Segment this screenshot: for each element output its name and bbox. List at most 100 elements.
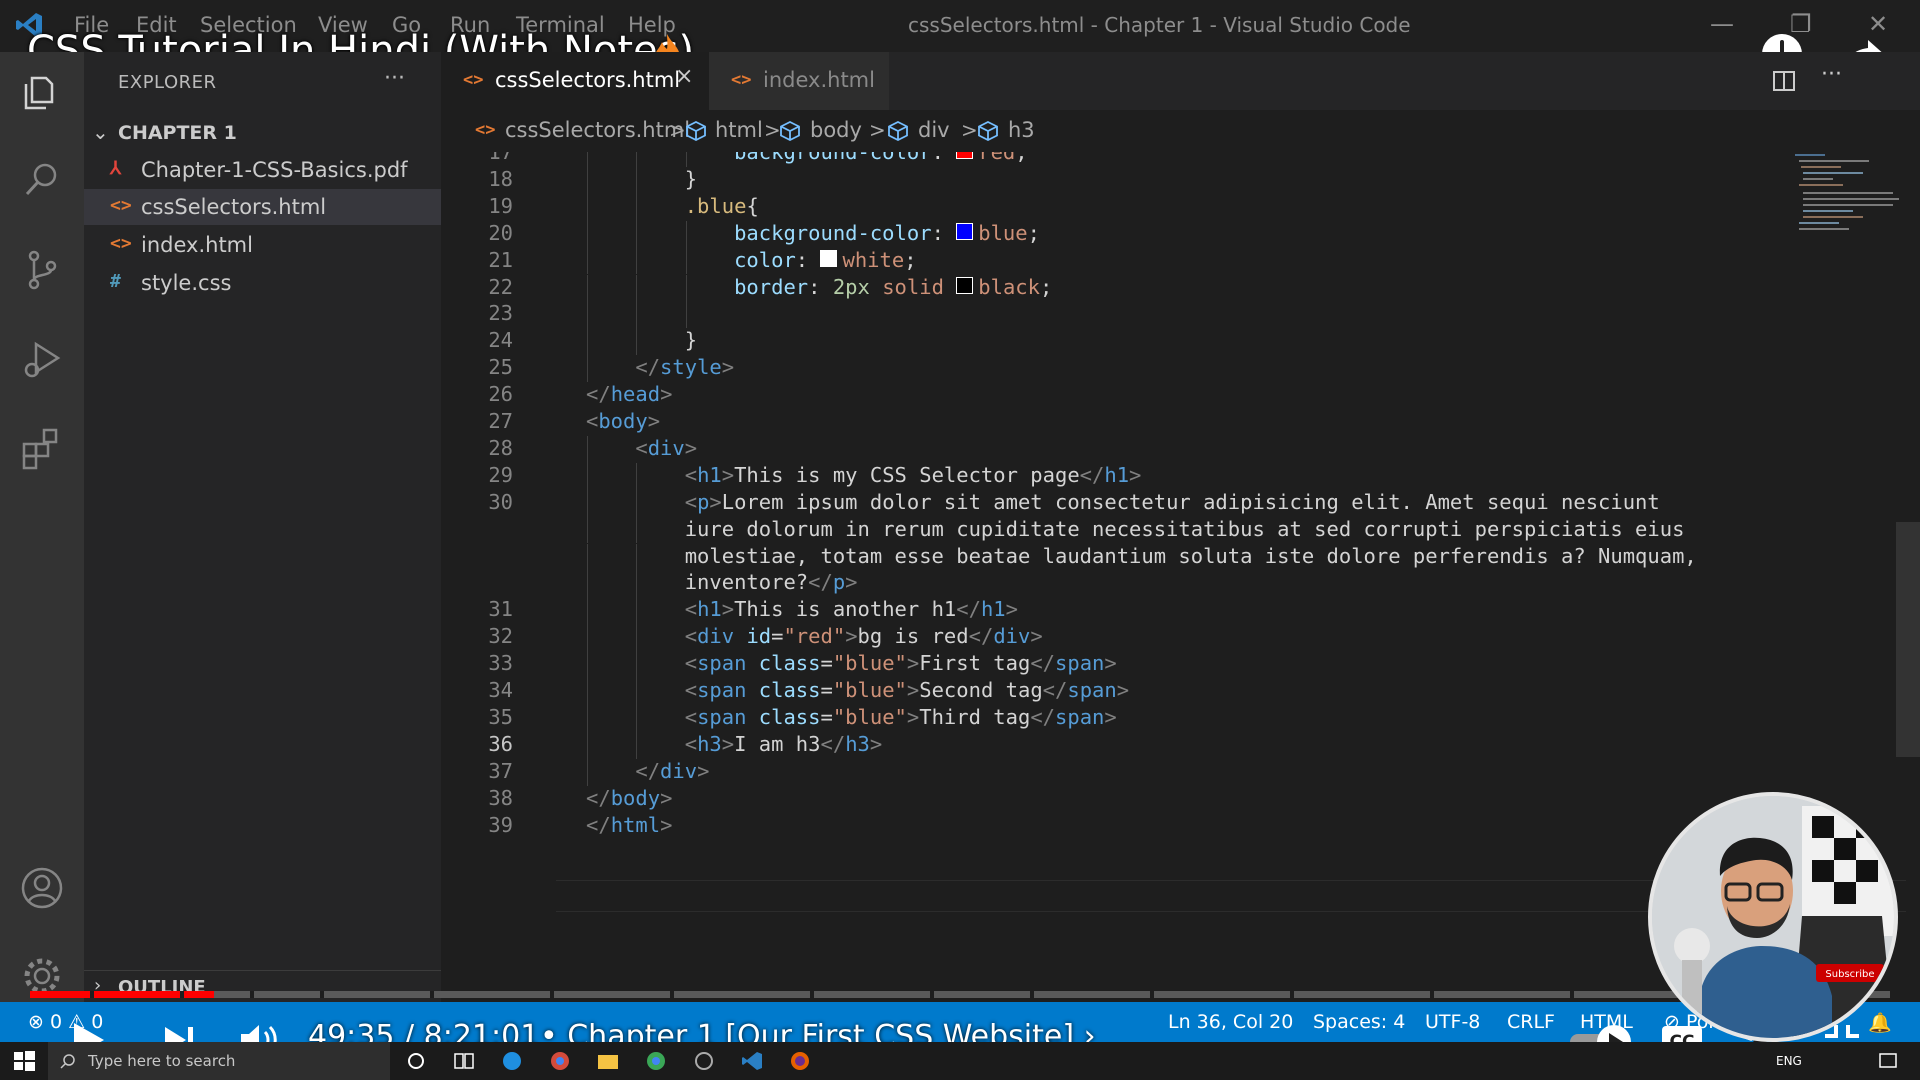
explorer-more-icon[interactable]: ··· (384, 66, 405, 91)
code-token: span (697, 704, 747, 729)
tab-index[interactable]: <> index.html (709, 52, 889, 110)
color-swatch-icon[interactable] (956, 222, 974, 240)
indent-guide (587, 355, 588, 383)
code-token: > (721, 355, 735, 380)
run-debug-icon[interactable] (18, 336, 66, 384)
chrome-icon[interactable] (644, 1050, 668, 1072)
presenter-webcam: Subscribe (1648, 792, 1898, 1042)
indent-guide (587, 489, 588, 517)
edge-browser-icon[interactable] (500, 1050, 524, 1072)
indent-guide (587, 193, 588, 221)
minimap[interactable] (1793, 152, 1903, 242)
file-explorer-icon[interactable] (596, 1050, 620, 1072)
outline-section[interactable]: › OUTLINE (84, 970, 441, 1003)
chapter-marker (320, 991, 324, 998)
code-token: div (647, 435, 685, 460)
code-token: > (1129, 462, 1142, 487)
code-token: id (746, 624, 772, 649)
indent-guide (636, 152, 638, 167)
video-progress-bar[interactable] (30, 991, 1890, 998)
file-item-css-selectors[interactable]: <> cssSelectors.html (84, 189, 441, 225)
minimize-button[interactable]: — (1710, 10, 1734, 38)
line-number: 22 (488, 274, 513, 299)
indent-guide (636, 543, 638, 571)
indent-guide (587, 543, 588, 571)
source-control-icon[interactable] (18, 246, 66, 294)
code-line: </body> (586, 786, 672, 810)
indent-guide (587, 462, 588, 490)
close-tab-icon[interactable]: × (675, 64, 693, 89)
split-editor-icon[interactable] (1771, 68, 1797, 94)
file-item-index[interactable]: <> index.html (84, 227, 441, 263)
code-token: p (697, 489, 710, 514)
chapter-marker (670, 991, 674, 998)
windows-taskbar: Type here to search ENG (0, 1042, 1920, 1080)
code-token: </ (1079, 462, 1105, 487)
windows-start-icon[interactable] (12, 1050, 36, 1072)
explorer-files-icon[interactable] (18, 68, 66, 116)
breadcrumb-separator: > (869, 118, 886, 142)
code-token: white (842, 247, 905, 272)
breadcrumb-h3[interactable]: h3 (1008, 118, 1035, 142)
action-center-icon[interactable] (1876, 1050, 1900, 1072)
file-item-pdf[interactable]: ⅄ Chapter-1-CSS-Basics.pdf (84, 152, 441, 188)
breadcrumb-file[interactable]: cssSelectors.html (505, 118, 690, 142)
tab-css-selectors[interactable]: <> cssSelectors.html × (441, 52, 709, 110)
accounts-icon[interactable] (18, 864, 66, 912)
color-swatch-icon[interactable] (956, 276, 974, 294)
code-token: border (734, 274, 809, 299)
breadcrumb-div[interactable]: div (918, 118, 950, 142)
code-token: > (1104, 651, 1117, 676)
firefox-icon[interactable] (788, 1050, 812, 1072)
chrome-icon[interactable] (548, 1050, 572, 1072)
color-swatch-icon[interactable] (956, 152, 974, 159)
code-token: div (993, 624, 1031, 649)
code-token: h1 (697, 462, 722, 487)
folder-chapter-1[interactable]: ⌄ CHAPTER 1 (84, 118, 441, 150)
code-token: > (869, 731, 883, 756)
code-token: < (684, 651, 698, 676)
line-number: 17 (488, 152, 513, 164)
folder-label: CHAPTER 1 (118, 122, 237, 144)
vscode-taskbar-icon[interactable] (740, 1050, 764, 1072)
code-token: </ (635, 758, 661, 783)
indent-guide (636, 274, 638, 302)
code-line: <p>Lorem ipsum dolor sit amet consectetu… (685, 490, 1660, 514)
editor-scrollbar[interactable] (1896, 522, 1920, 757)
app-icon[interactable] (692, 1050, 716, 1072)
chapter-marker (430, 991, 434, 998)
task-view-icon[interactable] (452, 1050, 476, 1072)
code-token: This is another h1 (734, 597, 957, 622)
search-icon[interactable] (18, 156, 66, 204)
chapter-marker (1570, 991, 1574, 998)
indent-guide (587, 328, 588, 356)
code-line: background-color: red; (734, 152, 1028, 164)
breadcrumb-html[interactable]: html (715, 118, 763, 142)
file-item-style[interactable]: # style.css (84, 265, 441, 301)
extensions-icon[interactable] (18, 424, 66, 472)
taskbar-search[interactable]: Type here to search (48, 1042, 390, 1080)
breadcrumb-body[interactable]: body (810, 118, 862, 142)
line-number: 26 (488, 382, 513, 407)
code-token: p (832, 570, 846, 595)
close-window-button[interactable]: ✕ (1868, 10, 1888, 38)
chapter-marker (1150, 991, 1154, 998)
editor-more-icon[interactable]: ··· (1821, 62, 1842, 87)
code-line: molestiae, totam esse beatae laudantium … (685, 544, 1697, 568)
presenter-image: Subscribe (1652, 796, 1894, 1038)
code-line: <div id="red">bg is red</div> (685, 624, 1043, 648)
code-line: <span class="blue">First tag</span> (685, 651, 1117, 675)
input-language[interactable]: ENG (1776, 1054, 1802, 1068)
cortana-icon[interactable] (404, 1050, 428, 1072)
code-token: > (721, 597, 735, 622)
editor-tab-bar: <> cssSelectors.html × <> index.html ··· (441, 52, 1920, 110)
line-number: 36 (488, 731, 513, 756)
indent-guide (636, 704, 638, 732)
code-token: span (697, 678, 747, 702)
indent-guide (685, 247, 687, 275)
code-line: <h3>I am h3</h3> (685, 732, 883, 756)
color-swatch-icon[interactable] (820, 249, 838, 267)
indent-guide (587, 274, 588, 302)
explorer-title: EXPLORER (118, 72, 217, 93)
code-token: } (684, 328, 698, 353)
